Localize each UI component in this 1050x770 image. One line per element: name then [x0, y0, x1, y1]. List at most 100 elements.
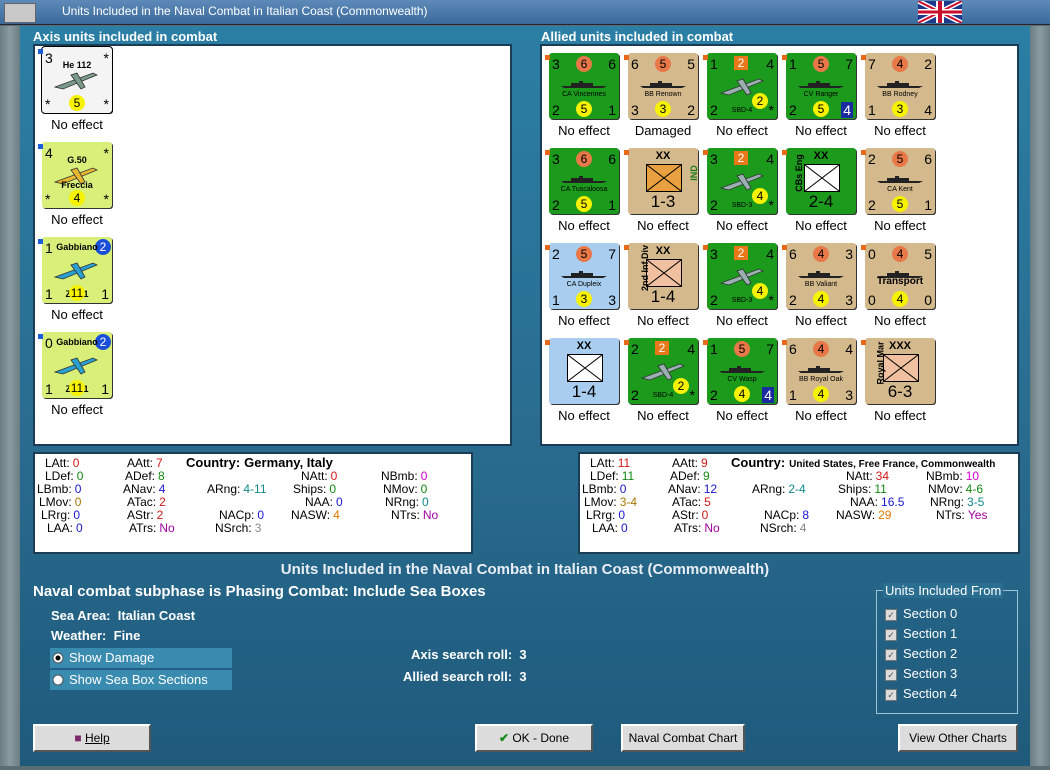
- stat-label: NRng:: [930, 495, 965, 509]
- unit-art: [638, 77, 688, 92]
- stat-value: 4: [158, 482, 166, 496]
- allied-unit-counter[interactable]: 2 6 5 CA Kent 2 1 5: [865, 148, 935, 214]
- stat-nmov: NMov: 4-6: [928, 482, 983, 496]
- stat-lrrg: LRrg: 0: [586, 508, 625, 522]
- allied-unit-counter[interactable]: 2 7 5 CA Dupleix 1 3 3: [549, 243, 619, 309]
- unit-move-value: *: [689, 387, 695, 403]
- unit-marker-icon: [545, 55, 550, 60]
- section-label: Section 3: [903, 666, 958, 681]
- unit-result-caption: No effect: [874, 408, 926, 423]
- allied-unit-counter[interactable]: XX IND 1-3: [628, 148, 699, 214]
- section-4-checkbox[interactable]: ✓ Section 4: [885, 685, 957, 703]
- checkbox-checked-icon[interactable]: ✓: [885, 608, 897, 621]
- radio-unchecked-icon[interactable]: [52, 674, 64, 686]
- stat-astr: AStr: 0: [672, 508, 708, 522]
- allied-unit-counter[interactable]: 6 3 4 BB Valiant 2 3 4: [786, 243, 856, 309]
- allied-unit-counter[interactable]: 3 6 6 CA Tuscaloosa 2 1 5: [549, 148, 619, 214]
- ship-icon: [640, 81, 686, 88]
- window-title: Units Included in the Naval Combat in It…: [62, 4, 428, 18]
- naval-combat-chart-button[interactable]: Naval Combat Chart: [621, 724, 745, 752]
- section-1-checkbox[interactable]: ✓ Section 1: [885, 625, 957, 643]
- stat-nsrch: NSrch: 3: [215, 521, 261, 535]
- ok-done-button[interactable]: ✔ OK - Done: [475, 724, 593, 752]
- section-3-checkbox[interactable]: ✓ Section 3: [885, 665, 957, 683]
- allied-unit-counter[interactable]: 3 4 2 SBD-3 2 * 4: [707, 243, 777, 309]
- unit-art: [796, 362, 846, 377]
- allied-unit-counter[interactable]: 0 5 4 Transport 0 0 4: [865, 243, 935, 309]
- stat-label: ARng:: [752, 482, 786, 496]
- unit-yellow-circle-value: 5: [69, 95, 85, 111]
- section-label: Section 4: [903, 686, 958, 701]
- checkbox-checked-icon[interactable]: ✓: [885, 688, 897, 701]
- section-2-checkbox[interactable]: ✓ Section 2: [885, 645, 957, 663]
- checkbox-checked-icon[interactable]: ✓: [885, 668, 897, 681]
- unit-range-value: 7: [608, 246, 616, 262]
- unit-defense-value: 1: [868, 102, 876, 118]
- allied-unit-counter[interactable]: 2 4 2 SBD-4 2 * 2: [628, 338, 698, 404]
- show-damage-option[interactable]: Show Damage: [50, 648, 232, 668]
- stat-label: LMov:: [584, 495, 617, 509]
- stat-label: NMov:: [383, 482, 418, 496]
- unit-marker-icon: [624, 150, 629, 155]
- allied-unit-counter[interactable]: XX CBs Eng 2-4: [786, 148, 856, 214]
- unit-name: BB Rodney: [882, 91, 918, 98]
- allied-unit-counter[interactable]: 7 2 4 BB Rodney 1 4 3: [865, 53, 935, 119]
- stat-label: NTrs:: [936, 508, 965, 522]
- checkbox-checked-icon[interactable]: ✓: [885, 648, 897, 661]
- axis-unit-counter[interactable]: 3 * He 112 * * 5: [41, 46, 113, 114]
- unit-art: [796, 77, 846, 92]
- allied-unit-counter[interactable]: 3 6 6 CA Vincennes 2 1 5: [549, 53, 619, 119]
- unit-size-symbol: XX: [655, 245, 671, 257]
- unit-marker-icon: [624, 340, 629, 345]
- show-sections-option[interactable]: Show Sea Box Sections: [50, 670, 232, 690]
- view-other-charts-button[interactable]: View Other Charts: [898, 724, 1018, 752]
- allied-panel-title: Allied units included in combat: [541, 29, 734, 44]
- show-damage-label: Show Damage: [69, 650, 155, 665]
- unit-aircraft-art: [53, 257, 101, 286]
- allied-unit-counter[interactable]: 3 4 2 SBD-3 2 * 4: [707, 148, 777, 214]
- unit-name: Royal Mar: [875, 341, 886, 385]
- stat-label: LRrg:: [41, 508, 71, 522]
- allied-unit-counter[interactable]: 1 7 5 CV Ranger 2 4 5: [786, 53, 856, 119]
- unit-yellow-circle-value: 4: [752, 283, 768, 299]
- sections-title: Units Included From: [883, 583, 1004, 598]
- sea-area-label: Sea Area:: [51, 608, 111, 623]
- unit-result-caption: No effect: [558, 123, 610, 138]
- allied-unit-counter[interactable]: XX 2nd Inf Div 1-4: [628, 243, 698, 309]
- unit-result-caption: No effect: [874, 123, 926, 138]
- stat-value: 4: [333, 508, 340, 522]
- allied-unit-counter[interactable]: 1 7 5 CV Wasp 2 4 4: [707, 338, 777, 404]
- left-border: [0, 26, 20, 766]
- axis-unit-counter[interactable]: 12GabbianoZ.5011111: [42, 237, 112, 303]
- stat-naa: NAA: 16.5: [850, 495, 904, 509]
- unit-orange-circle-value: 6: [576, 151, 592, 167]
- unit-move-value: 4: [841, 102, 853, 118]
- help-button[interactable]: ■ Help: [33, 724, 151, 752]
- unit-result-caption: No effect: [795, 123, 847, 138]
- unit-marker-icon: [861, 55, 866, 60]
- axis-unit-counter[interactable]: 02GabbianoZ.5011111: [42, 332, 112, 398]
- unit-range-value: 5: [924, 246, 932, 262]
- unit-attack-value: 6: [789, 341, 797, 357]
- system-menu-button[interactable]: [4, 3, 36, 23]
- unit-marker-icon: [861, 340, 866, 345]
- allied-unit-counter[interactable]: 1 4 2 SBD-4 2 * 2: [707, 53, 777, 119]
- unit-marker-icon: [703, 340, 708, 345]
- stat-value: 29: [878, 508, 892, 522]
- allied-roll-label: Allied search roll:: [403, 669, 513, 684]
- ship-icon: [798, 366, 844, 373]
- allied-unit-counter[interactable]: 6 5 5 BB Renown 3 2 3: [628, 53, 698, 119]
- unit-result-caption: No effect: [716, 313, 768, 328]
- allied-unit-counter[interactable]: XX 1-4: [549, 338, 619, 404]
- unit-defense-value: *: [45, 191, 51, 207]
- checkbox-checked-icon[interactable]: ✓: [885, 628, 897, 641]
- allied-unit-counter[interactable]: XXX Royal Mar 6-3: [865, 338, 935, 404]
- axis-unit-counter[interactable]: 4 * G.50 Freccia * * 4: [42, 142, 112, 208]
- unit-range-value: 5: [687, 56, 695, 72]
- stat-label: LDef:: [590, 469, 619, 483]
- unit-yellow-circle-value: 2: [673, 378, 689, 394]
- section-0-checkbox[interactable]: ✓ Section 0: [885, 605, 957, 623]
- radio-checked-icon[interactable]: [52, 652, 64, 664]
- allied-unit-counter[interactable]: 6 4 4 BB Royal Oak 1 3 4: [786, 338, 856, 404]
- stat-label: AStr:: [127, 508, 154, 522]
